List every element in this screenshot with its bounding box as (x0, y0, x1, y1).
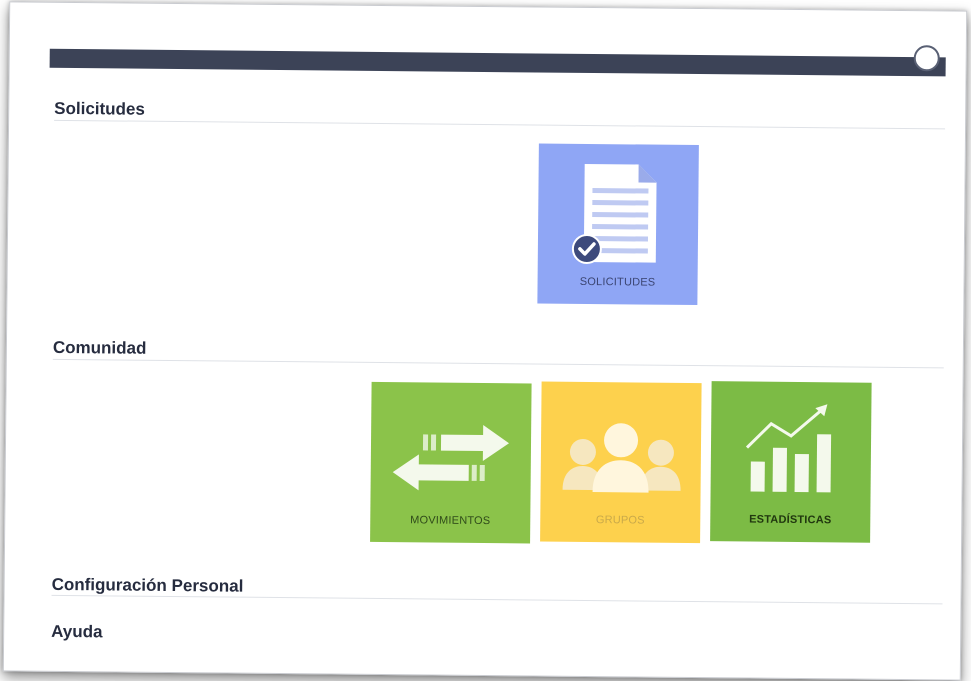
header-bar (49, 45, 946, 77)
tile-movimientos[interactable]: MOVIMIENTOS (370, 381, 532, 544)
tile-label: GRUPOS (595, 514, 645, 527)
tile-grupos[interactable]: GRUPOS (540, 381, 702, 544)
section-title-configuracion[interactable]: Configuración Personal (52, 575, 244, 597)
section-title-ayuda[interactable]: Ayuda (51, 622, 103, 642)
dashboard-window: Solicitudes SOLICITUDES Comunidad MOVIMI… (2, 1, 968, 681)
tile-label: SOLICITUDES (579, 275, 656, 289)
tile-label: MOVIMIENTOS (410, 514, 491, 528)
section-title-comunidad: Comunidad (52, 337, 147, 358)
tile-estadisticas[interactable]: ESTADÍSTICAS (710, 381, 872, 543)
section-divider (51, 594, 943, 605)
section-divider (52, 358, 944, 369)
section-title-solicitudes: Solicitudes (54, 98, 145, 119)
section-divider (54, 119, 946, 130)
tile-label: ESTADÍSTICAS (749, 513, 832, 527)
tile-solicitudes[interactable]: SOLICITUDES (537, 143, 699, 306)
header-circle-button[interactable] (913, 45, 940, 72)
